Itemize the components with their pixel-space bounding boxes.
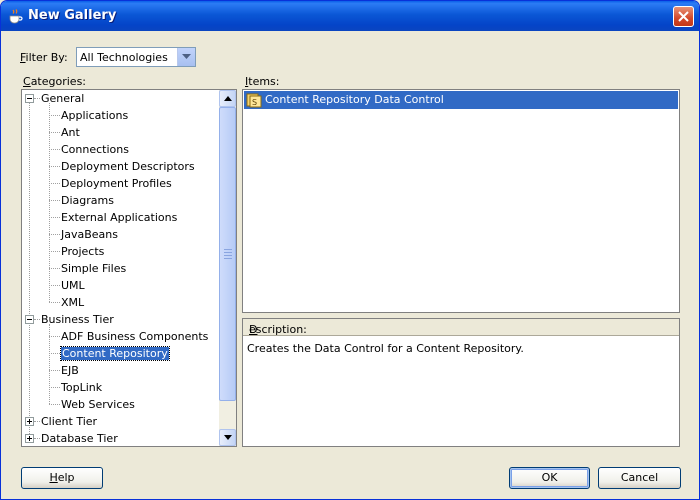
tree-item[interactable]: Applications <box>61 107 128 124</box>
chevron-down-icon[interactable] <box>177 48 195 66</box>
new-gallery-dialog: New Gallery Filter By: All Technologies … <box>0 0 700 500</box>
scroll-grip <box>224 249 232 250</box>
tree-item-label: JavaBeans <box>61 228 118 241</box>
tree-item-label: Database Tier <box>41 432 118 445</box>
tree-connector <box>49 404 60 406</box>
tree-item-label: ADF Business Components <box>61 330 209 343</box>
ok-button[interactable]: OK <box>509 467 590 489</box>
collapse-minus-icon[interactable] <box>25 94 34 103</box>
tree-item[interactable]: ADF Business Components <box>61 328 208 345</box>
tree-item-label: Client Tier <box>41 415 98 428</box>
categories-label: Categories: <box>23 75 87 88</box>
help-button[interactable]: Help <box>21 467 103 489</box>
tree-connector <box>29 103 31 434</box>
filter-select[interactable]: All Technologies <box>76 47 196 67</box>
categories-scrollbar[interactable] <box>219 90 236 446</box>
tree-item-label: Deployment Profiles <box>61 177 172 190</box>
scroll-grip <box>224 255 232 256</box>
filter-label: Filter By: <box>20 51 68 64</box>
scroll-up-button[interactable] <box>219 90 236 107</box>
items-list[interactable]: S Content Repository Data Control <box>242 89 680 313</box>
tree-connector <box>49 103 51 302</box>
data-control-icon: S <box>246 92 262 108</box>
java-cup-icon <box>7 8 23 24</box>
tree-item[interactable]: Database Tier <box>41 430 118 446</box>
window-title: New Gallery <box>28 8 117 23</box>
items-label: Items: <box>245 75 280 88</box>
tree-item-label: Business Tier <box>41 313 114 326</box>
tree-connector <box>49 302 60 304</box>
tree-connector <box>34 98 40 100</box>
tree-item-label: TopLink <box>61 381 103 394</box>
tree-item-label: Diagrams <box>61 194 114 207</box>
tree-item-label: General <box>41 92 85 105</box>
tree-item-label: Simple Files <box>61 262 127 275</box>
tree-item[interactable]: Diagrams <box>61 192 114 209</box>
tree-item[interactable]: Ant <box>61 124 80 141</box>
tree-item[interactable]: Deployment Descriptors <box>61 158 195 175</box>
tree-item-label: Projects <box>61 245 105 258</box>
tree-item-label: EJB <box>61 364 79 377</box>
tree-item[interactable]: EJB <box>61 362 79 379</box>
tree-item-label: UML <box>61 279 85 292</box>
tree-item[interactable]: Connections <box>61 141 129 158</box>
svg-text:S: S <box>252 98 257 107</box>
tree-connector <box>49 324 51 404</box>
close-button[interactable] <box>673 6 694 27</box>
tree-connector <box>34 319 40 321</box>
tree-item-label: Applications <box>61 109 129 122</box>
scroll-grip <box>224 252 232 253</box>
tree-item[interactable]: General <box>41 90 84 107</box>
tree-item[interactable]: UML <box>61 277 85 294</box>
tree-item[interactable]: XML <box>61 294 84 311</box>
tree-item[interactable]: Client Tier <box>41 413 97 430</box>
tree-item[interactable]: Simple Files <box>61 260 126 277</box>
scroll-grip <box>224 258 232 259</box>
tree-item-label: Ant <box>61 126 80 139</box>
title-bar[interactable]: New Gallery <box>1 1 699 31</box>
tree-item-label: Web Services <box>61 398 135 411</box>
expand-plus-icon[interactable] <box>25 417 34 426</box>
tree-item-label: Deployment Descriptors <box>61 160 195 173</box>
tree-item[interactable]: Business Tier <box>41 311 114 328</box>
tree-item[interactable]: TopLink <box>61 379 102 396</box>
tree-item[interactable]: Content Repository <box>60 345 170 362</box>
tree-item-label: Content Repository <box>60 346 170 361</box>
list-item[interactable]: S Content Repository Data Control <box>244 91 678 109</box>
tree-item[interactable]: External Applications <box>61 209 177 226</box>
categories-tree[interactable]: General Applications Ant Connections Deploym… <box>21 89 237 447</box>
tree-item[interactable]: JavaBeans <box>61 226 118 243</box>
description-panel: Description: Creates the Data Control fo… <box>242 318 680 447</box>
filter-value: All Technologies <box>80 51 168 64</box>
tree-item-label: XML <box>61 296 85 309</box>
cancel-button[interactable]: Cancel <box>598 467 681 489</box>
description-text: Creates the Data Control for a Content R… <box>247 342 524 355</box>
tree-item-label: External Applications <box>61 211 178 224</box>
tree-item[interactable]: Deployment Profiles <box>61 175 172 192</box>
tree-connector <box>34 438 40 440</box>
scroll-down-button[interactable] <box>219 429 236 446</box>
tree-connector <box>34 421 40 423</box>
item-label: Content Repository Data Control <box>265 93 444 106</box>
expand-plus-icon[interactable] <box>25 434 34 443</box>
scroll-thumb[interactable] <box>219 107 236 401</box>
tree-item[interactable]: Projects <box>61 243 104 260</box>
description-header: Description: <box>243 319 679 336</box>
collapse-minus-icon[interactable] <box>25 315 34 324</box>
tree-item-label: Connections <box>61 143 129 156</box>
tree-item[interactable]: Web Services <box>61 396 135 413</box>
